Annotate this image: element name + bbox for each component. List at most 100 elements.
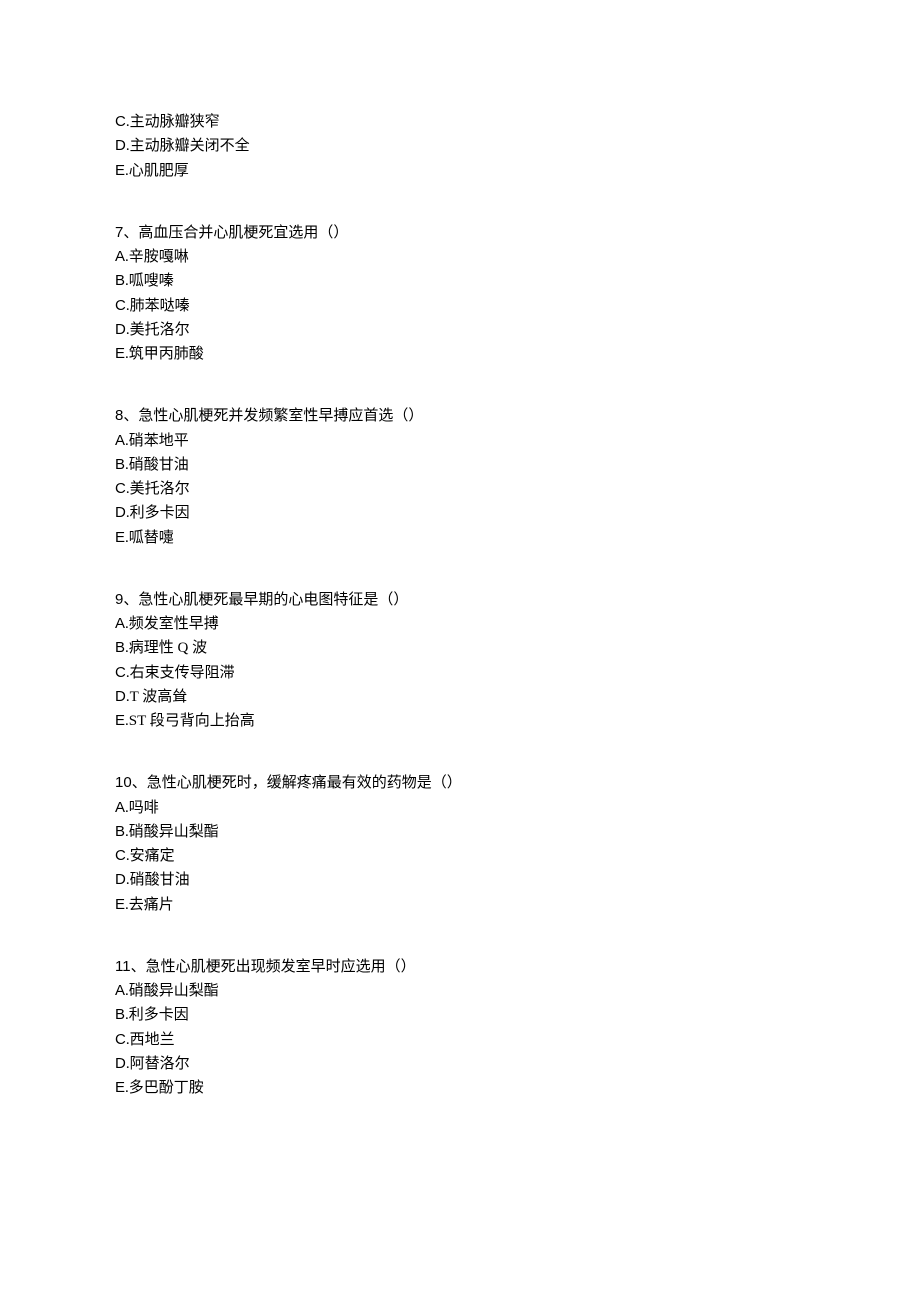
- option-letter: E: [115, 529, 125, 546]
- option-text: .安痛定: [126, 848, 175, 864]
- option-line: A.硝酸异山梨酯: [115, 979, 805, 1003]
- option-text: .硝酸甘油: [125, 457, 189, 473]
- option-line: A.硝苯地平: [115, 429, 805, 453]
- option-letter: C: [115, 480, 126, 497]
- option-line: E.多巴酚丁胺: [115, 1076, 805, 1100]
- option-line: C.右束支传导阻滞: [115, 661, 805, 685]
- option-text: .西地兰: [126, 1032, 175, 1048]
- question-text: 、急性心肌梗死并发频繁室性早搏应首选（）: [123, 408, 423, 424]
- question-text: 、高血压合并心肌梗死宜选用（）: [123, 225, 348, 241]
- option-letter: B: [115, 1006, 125, 1023]
- option-line: B.硝酸甘油: [115, 453, 805, 477]
- option-letter: B: [115, 272, 125, 289]
- option-letter: A: [115, 799, 125, 816]
- question-block: C.主动脉瓣狭窄D.主动脉瓣关闭不全E.心肌肥厚: [115, 110, 805, 183]
- option-line: A.频发室性早搏: [115, 612, 805, 636]
- option-text: .辛胺嘎啉: [125, 249, 189, 265]
- option-text: .硝酸异山梨酯: [125, 983, 219, 999]
- option-letter: B: [115, 823, 125, 840]
- option-text: .频发室性早搏: [125, 616, 219, 632]
- option-letter: D: [115, 688, 126, 705]
- option-line: B.利多卡因: [115, 1003, 805, 1027]
- option-text: .主动脉瓣狭窄: [126, 114, 220, 130]
- option-letter: B: [115, 456, 125, 473]
- option-letter: D: [115, 321, 126, 338]
- option-text: .呱替嚏: [125, 530, 174, 546]
- option-text: .T 波高耸: [126, 689, 187, 705]
- option-line: E.呱替嚏: [115, 526, 805, 550]
- option-text: .肺苯哒嗪: [126, 298, 190, 314]
- option-line: B.呱嗖嗪: [115, 269, 805, 293]
- option-text: .ST 段弓背向上抬高: [125, 713, 255, 729]
- option-text: .阿替洛尔: [126, 1056, 190, 1072]
- option-text: .呱嗖嗪: [125, 273, 174, 289]
- option-line: A.吗啡: [115, 796, 805, 820]
- question-block: 11、急性心肌梗死出现频发室早时应选用（）A.硝酸异山梨酯B.利多卡因C.西地兰…: [115, 955, 805, 1101]
- question-text: 、急性心肌梗死最早期的心电图特征是（）: [123, 592, 408, 608]
- option-text: .右束支传导阻滞: [126, 665, 235, 681]
- option-letter: C: [115, 1031, 126, 1048]
- question-block: 7、高血压合并心肌梗死宜选用（）A.辛胺嘎啉B.呱嗖嗪C.肺苯哒嗪D.美托洛尔E…: [115, 221, 805, 367]
- option-line: C.主动脉瓣狭窄: [115, 110, 805, 134]
- option-line: C.西地兰: [115, 1028, 805, 1052]
- option-line: D.T 波高耸: [115, 685, 805, 709]
- option-text: .心肌肥厚: [125, 163, 189, 179]
- option-text: .硝酸异山梨酯: [125, 824, 219, 840]
- option-letter: C: [115, 113, 126, 130]
- question-stem: 11、急性心肌梗死出现频发室早时应选用（）: [115, 955, 805, 979]
- option-letter: D: [115, 1055, 126, 1072]
- option-text: .硝苯地平: [125, 433, 189, 449]
- question-block: 9、急性心肌梗死最早期的心电图特征是（）A.频发室性早搏B.病理性 Q 波C.右…: [115, 588, 805, 734]
- option-line: C.安痛定: [115, 844, 805, 868]
- option-text: .病理性 Q 波: [125, 640, 207, 656]
- option-line: B.病理性 Q 波: [115, 636, 805, 660]
- option-letter: D: [115, 871, 126, 888]
- option-letter: E: [115, 345, 125, 362]
- question-stem: 8、急性心肌梗死并发频繁室性早搏应首选（）: [115, 404, 805, 428]
- question-stem: 7、高血压合并心肌梗死宜选用（）: [115, 221, 805, 245]
- option-letter: E: [115, 712, 125, 729]
- option-text: .筑甲丙肺酸: [125, 346, 204, 362]
- option-letter: A: [115, 432, 125, 449]
- question-text: 、急性心肌梗死时，缓解疼痛最有效的药物是（）: [132, 775, 462, 791]
- option-line: D.硝酸甘油: [115, 868, 805, 892]
- option-text: .利多卡因: [125, 1007, 189, 1023]
- option-letter: D: [115, 137, 126, 154]
- option-line: E.ST 段弓背向上抬高: [115, 709, 805, 733]
- option-line: C.肺苯哒嗪: [115, 294, 805, 318]
- option-line: E.心肌肥厚: [115, 159, 805, 183]
- option-letter: A: [115, 615, 125, 632]
- option-line: D.利多卡因: [115, 501, 805, 525]
- option-text: .主动脉瓣关闭不全: [126, 138, 250, 154]
- option-letter: A: [115, 248, 125, 265]
- option-line: E.筑甲丙肺酸: [115, 342, 805, 366]
- question-text: 、急性心肌梗死出现频发室早时应选用（）: [131, 959, 416, 975]
- option-line: D.美托洛尔: [115, 318, 805, 342]
- option-text: .去痛片: [125, 897, 174, 913]
- option-letter: B: [115, 639, 125, 656]
- option-letter: C: [115, 297, 126, 314]
- option-text: .利多卡因: [126, 505, 190, 521]
- question-stem: 9、急性心肌梗死最早期的心电图特征是（）: [115, 588, 805, 612]
- option-text: .硝酸甘油: [126, 872, 190, 888]
- option-letter: E: [115, 1079, 125, 1096]
- option-letter: C: [115, 847, 126, 864]
- option-text: .美托洛尔: [126, 322, 190, 338]
- option-line: B.硝酸异山梨酯: [115, 820, 805, 844]
- option-line: E.去痛片: [115, 893, 805, 917]
- option-text: .美托洛尔: [126, 481, 190, 497]
- question-number: 11: [115, 958, 131, 975]
- option-letter: E: [115, 162, 125, 179]
- option-text: .多巴酚丁胺: [125, 1080, 204, 1096]
- document-body: C.主动脉瓣狭窄D.主动脉瓣关闭不全E.心肌肥厚7、高血压合并心肌梗死宜选用（）…: [115, 110, 805, 1100]
- option-letter: A: [115, 982, 125, 999]
- option-line: D.主动脉瓣关闭不全: [115, 134, 805, 158]
- option-line: D.阿替洛尔: [115, 1052, 805, 1076]
- option-line: C.美托洛尔: [115, 477, 805, 501]
- option-letter: C: [115, 664, 126, 681]
- option-line: A.辛胺嘎啉: [115, 245, 805, 269]
- option-letter: E: [115, 896, 125, 913]
- option-text: .吗啡: [125, 800, 159, 816]
- question-block: 8、急性心肌梗死并发频繁室性早搏应首选（）A.硝苯地平B.硝酸甘油C.美托洛尔D…: [115, 404, 805, 550]
- question-number: 10: [115, 774, 132, 791]
